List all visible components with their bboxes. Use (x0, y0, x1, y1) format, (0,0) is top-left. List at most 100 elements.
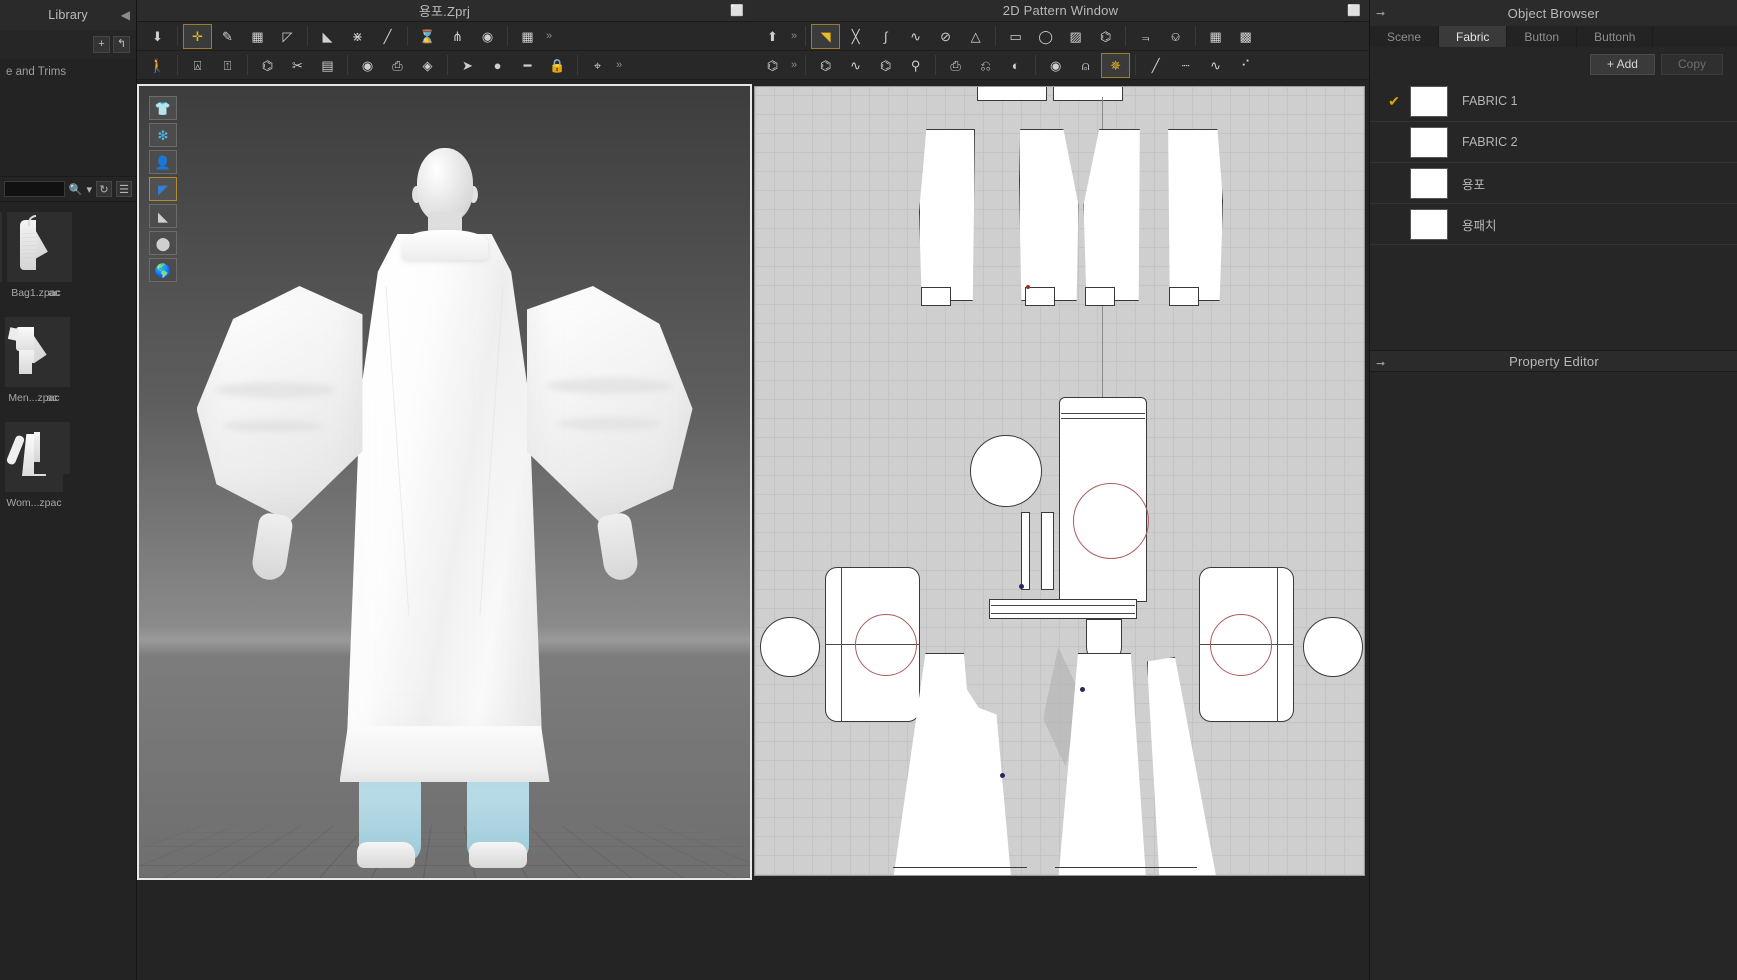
simulation-particle-tool[interactable]: ❇ (149, 123, 177, 147)
pattern-piece-circle-right[interactable] (1303, 617, 1363, 677)
garment-fit-tool[interactable]: ⌬ (253, 53, 282, 78)
dash-line-tool[interactable]: ┈ (1171, 53, 1200, 78)
print-tool[interactable]: ⎙ (383, 53, 412, 78)
curve-point-tool[interactable]: ∿ (901, 24, 930, 49)
refresh-icon[interactable]: ↻ (96, 181, 112, 197)
pattern-piece-sleeve-left[interactable] (919, 129, 975, 301)
trim-tool[interactable]: ◉ (353, 53, 382, 78)
trim-2d-tool[interactable]: ⎌ (971, 53, 1000, 78)
toolbar-overflow-icon[interactable]: » (788, 59, 800, 71)
zipper-tool[interactable]: ⋔ (443, 24, 472, 49)
rect-tool[interactable]: ▭ (1001, 24, 1030, 49)
book-tool[interactable]: ▤ (313, 53, 342, 78)
list-item[interactable]: ac (34, 422, 70, 525)
wave-line-tool[interactable]: ∿ (1201, 53, 1230, 78)
button-tool[interactable]: ◉ (473, 24, 502, 49)
expand-icon[interactable]: ⬜ (1347, 4, 1361, 17)
fabric-swatch[interactable] (1410, 167, 1448, 199)
table-row[interactable]: 용포 (1370, 163, 1737, 204)
list-item[interactable]: ac (34, 317, 70, 420)
circle-tool[interactable]: ◯ (1031, 24, 1060, 49)
measure-line-tool[interactable]: ╱ (1141, 53, 1170, 78)
angle-tool[interactable]: ⠊ (1231, 53, 1260, 78)
sync-download-tool[interactable]: ⬇ (143, 24, 172, 49)
skin-tool[interactable]: ⍐ (213, 53, 242, 78)
notch-tool[interactable]: ⌬ (1091, 24, 1120, 49)
pin-icon[interactable]: ➞ (1376, 7, 1385, 20)
pattern-piece-strip[interactable] (1041, 512, 1054, 590)
list-view-icon[interactable]: ☰ (116, 181, 132, 197)
pattern-piece-belt[interactable] (989, 599, 1137, 619)
pattern-arrange-tool[interactable]: ⬆ (758, 24, 787, 49)
flip-tool[interactable]: ◸ (273, 24, 302, 49)
pin-icon[interactable]: ➞ (1376, 357, 1385, 370)
chevron-down-icon[interactable]: ▾ (86, 183, 92, 196)
button-2d-tool[interactable]: ◉ (1041, 53, 1070, 78)
pattern-piece-cuff[interactable] (1169, 287, 1199, 306)
tab-buttonhole[interactable]: Buttonh (1577, 26, 1654, 47)
iron-tool[interactable]: ⎙ (941, 53, 970, 78)
library-tree-item[interactable]: e and Trims (4, 64, 132, 80)
buttonhole-2d-tool[interactable]: ⍝ (1071, 53, 1100, 78)
topstitch-tool[interactable]: ✵ (1101, 52, 1131, 78)
grid-tool[interactable]: ▦ (513, 24, 542, 49)
fabric-display-tool[interactable]: ◤ (149, 177, 177, 201)
fabric-swatch[interactable] (1410, 126, 1448, 158)
pattern-piece-cuff[interactable] (921, 287, 951, 306)
fold-tool[interactable]: ◣ (313, 24, 342, 49)
pattern-piece-body-front-right[interactable] (1083, 129, 1140, 301)
dart-tool[interactable]: ⌖ (583, 53, 612, 78)
pattern-piece-body-front-left[interactable] (1019, 129, 1079, 301)
avatar-walk-tool[interactable]: 🚶 (143, 53, 172, 78)
pattern-piece-cuff[interactable] (1085, 287, 1115, 306)
fabric-swatch[interactable] (1410, 85, 1448, 117)
table-row[interactable]: ✔ FABRIC 1 (1370, 81, 1737, 122)
line-measure-tool[interactable]: ━ (513, 53, 542, 78)
check-icon[interactable]: ✔ (1378, 93, 1410, 110)
tack-tool[interactable]: ⌛ (413, 24, 442, 49)
pattern-piece-circle-top[interactable] (970, 435, 1042, 507)
polygon-tool[interactable]: △ (961, 24, 990, 49)
free-sew-tool[interactable]: ∿ (841, 53, 870, 78)
texture-tool[interactable]: ◈ (413, 53, 442, 78)
sew-tool[interactable]: ⌬ (758, 53, 787, 78)
fabric-swatch[interactable] (1410, 208, 1448, 240)
tab-fabric[interactable]: Fabric (1439, 26, 1508, 47)
lock-tool[interactable]: 🔒 (543, 53, 572, 78)
add-library-button[interactable]: + (93, 35, 110, 53)
edit-curve-tool[interactable]: ∫ (871, 24, 900, 49)
grade-rule-tool[interactable]: ▦ (1201, 24, 1230, 49)
2d-pattern-canvas[interactable] (754, 86, 1365, 876)
pattern-piece-cuff[interactable] (1025, 287, 1055, 306)
collapse-icon[interactable]: ◀ (121, 8, 130, 22)
pleat-tool[interactable]: ⫬ (1131, 24, 1160, 49)
segment-tool[interactable]: ╱ (373, 24, 402, 49)
pattern-piece-collar-band-right[interactable] (1053, 87, 1123, 101)
toolbar-overflow-icon[interactable]: » (543, 30, 555, 42)
edit-point-tool[interactable]: ╳ (841, 24, 870, 49)
pose-tool[interactable]: ⍓ (183, 53, 212, 78)
pattern-piece-sleeve-right[interactable] (1168, 129, 1223, 301)
table-row[interactable]: 용패치 (1370, 204, 1737, 245)
search-icon[interactable]: 🔍 (69, 183, 83, 196)
garment-display-tool[interactable]: 👕 (149, 96, 177, 120)
transform-tool[interactable]: ✛ (183, 23, 212, 49)
3d-viewport[interactable]: 👕 ❇ 👤 ◤ ◣ ⬤ 🌎 (137, 84, 752, 880)
shade-display-tool[interactable]: ◣ (149, 204, 177, 228)
pattern-piece-collar-band-left[interactable] (977, 87, 1047, 101)
add-fabric-button[interactable]: + Add (1589, 53, 1655, 75)
environment-tool[interactable]: 🌎 (149, 258, 177, 282)
back-library-button[interactable]: ↰ (113, 35, 130, 53)
brush-select-tool[interactable]: ✎ (213, 24, 242, 49)
box-select-tool[interactable]: ▦ (243, 24, 272, 49)
table-row[interactable]: FABRIC 2 (1370, 122, 1737, 163)
pattern-piece-strip[interactable] (1021, 512, 1030, 590)
internal-line-tool[interactable]: ▨ (1061, 24, 1090, 49)
avatar-display-tool[interactable]: 👤 (149, 150, 177, 174)
arrow-pick-tool[interactable]: ➤ (453, 53, 482, 78)
toolbar-overflow-icon[interactable]: » (613, 59, 625, 71)
pin-line-tool[interactable]: ⋇ (343, 24, 372, 49)
tab-button[interactable]: Button (1507, 26, 1578, 47)
grid-pattern-tool[interactable]: ▩ (1231, 24, 1260, 49)
search-input[interactable] (4, 181, 65, 197)
